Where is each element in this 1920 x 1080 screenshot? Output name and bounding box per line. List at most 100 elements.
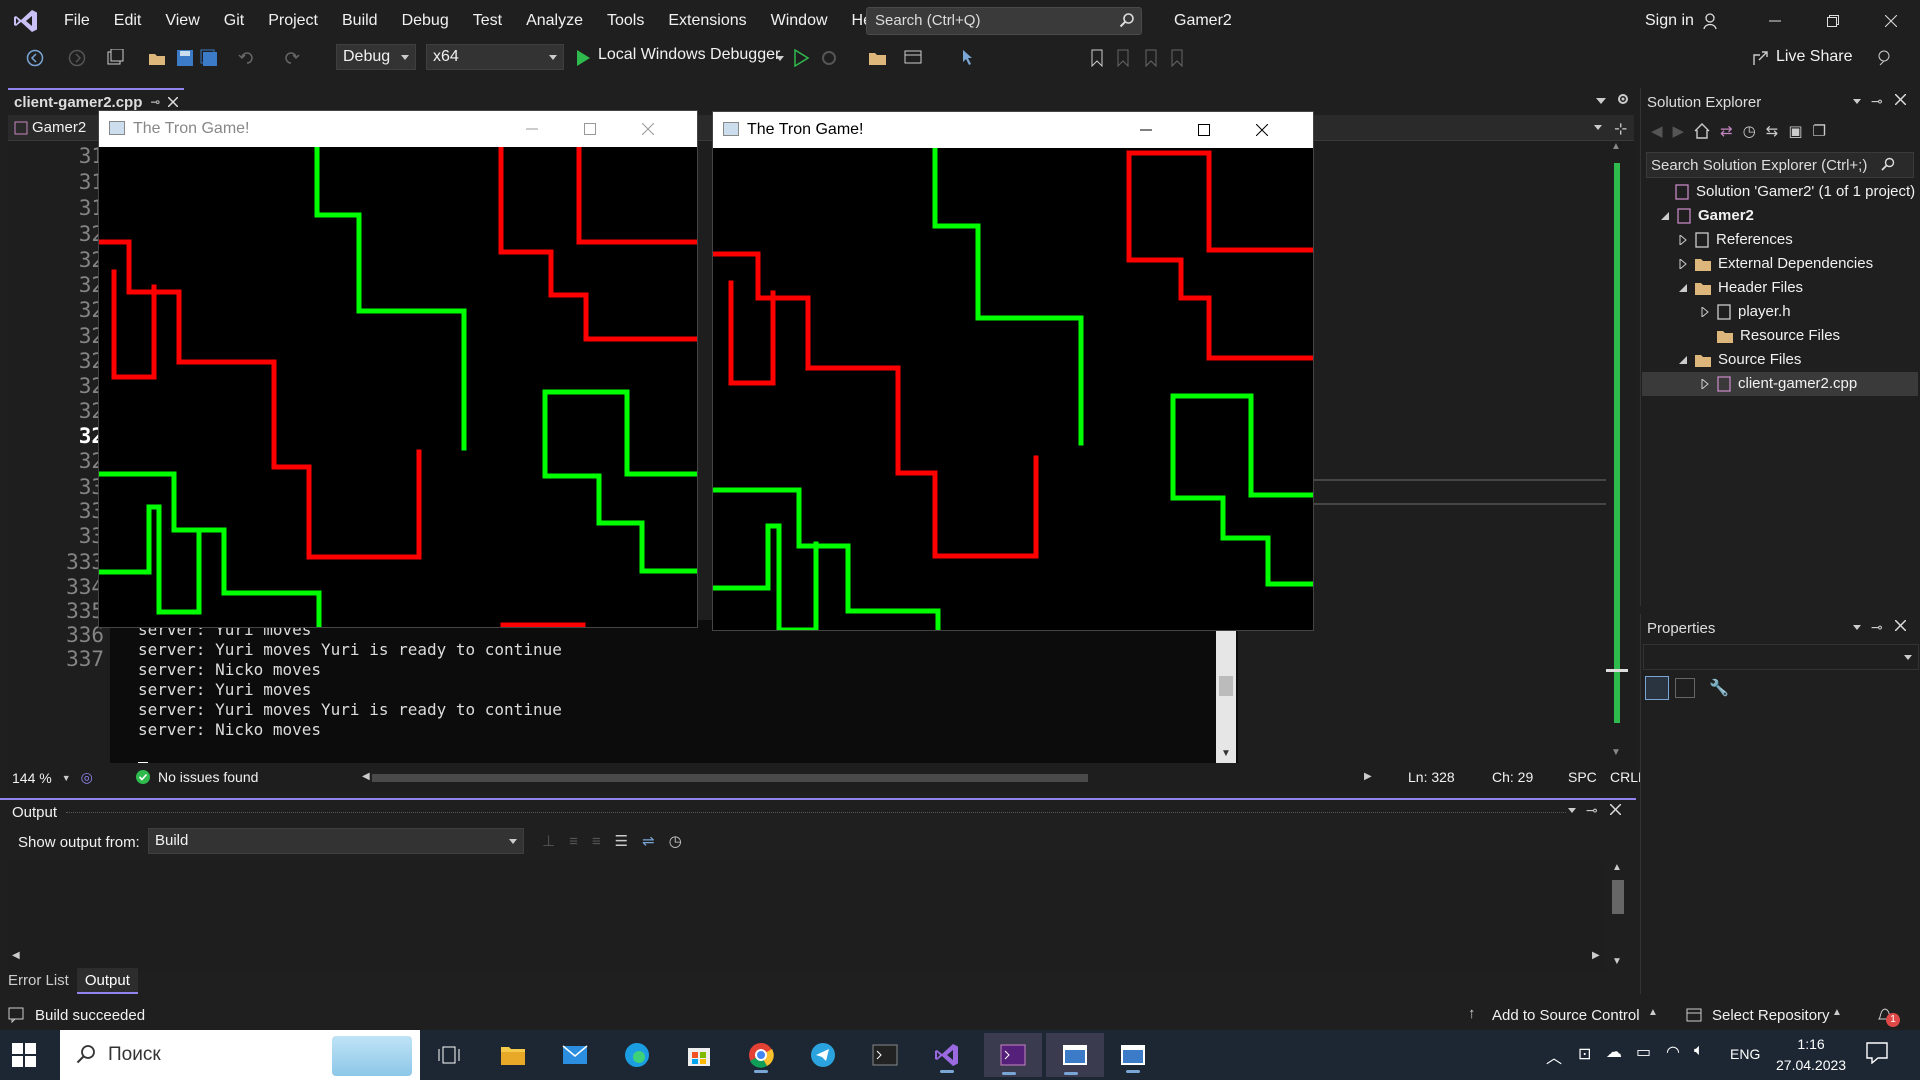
split-icon[interactable]: ⊹ <box>1614 119 1627 139</box>
back-icon[interactable]: ◀ <box>1651 122 1663 140</box>
windows-start-icon[interactable] <box>12 1043 36 1067</box>
collapsed-arrow-icon[interactable] <box>1700 306 1710 317</box>
bookmark-clear-icon[interactable] <box>1170 49 1184 67</box>
switch-views-icon[interactable]: ⇄ <box>1720 122 1733 140</box>
feedback-icon[interactable] <box>1876 49 1894 67</box>
edge-browser-icon[interactable] <box>612 1035 662 1075</box>
tron-window-2-titlebar[interactable]: The Tron Game! <box>713 112 1313 148</box>
bookmark-next-icon[interactable] <box>1144 49 1158 67</box>
object-selector[interactable] <box>1643 644 1919 670</box>
chevron-down-icon[interactable] <box>1853 625 1861 630</box>
start-debugging-icon[interactable] <box>574 49 592 67</box>
pin-icon[interactable]: ⊸ <box>1871 619 1883 636</box>
menu-debug[interactable]: Debug <box>390 0 461 42</box>
hot-reload-icon[interactable] <box>820 49 838 67</box>
menu-extensions[interactable]: Extensions <box>656 0 758 42</box>
layout-icon[interactable] <box>904 49 924 67</box>
copilot-icon[interactable]: ◎ <box>81 769 93 786</box>
chevron-up-icon[interactable]: ▲ <box>1832 1007 1842 1018</box>
telegram-icon[interactable] <box>798 1035 848 1075</box>
search-input[interactable]: Search (Ctrl+Q) <box>866 7 1142 35</box>
tree-item-solution-gamer2-1-of-1-project[interactable]: Solution 'Gamer2' (1 of 1 project) <box>1658 183 1915 200</box>
close-button[interactable] <box>1862 0 1920 42</box>
close-button[interactable] <box>1233 112 1291 148</box>
scroll-thumb[interactable] <box>1606 669 1628 672</box>
tron-window-2[interactable]: The Tron Game! <box>712 111 1314 631</box>
solution-folder-icon[interactable] <box>868 49 888 67</box>
output-source-select[interactable]: Build <box>148 828 524 854</box>
chevron-down-icon[interactable] <box>1853 99 1861 104</box>
chevron-down-icon[interactable]: ▼ <box>62 773 71 783</box>
menu-project[interactable]: Project <box>256 0 330 42</box>
clear-all-icon[interactable]: ☰ <box>615 832 628 850</box>
terminal-icon[interactable] <box>860 1035 910 1075</box>
console-scrollbar[interactable]: ▼ <box>1216 620 1236 765</box>
minimize-button[interactable] <box>503 111 561 147</box>
tron-game-app-icon-2[interactable] <box>1108 1035 1158 1075</box>
menu-test[interactable]: Test <box>461 0 514 42</box>
show-hidden-icons-icon[interactable]: ︿ <box>1546 1044 1562 1068</box>
live-share-icon[interactable] <box>1752 49 1770 67</box>
redo-icon[interactable] <box>282 49 300 67</box>
menu-view[interactable]: View <box>153 0 211 42</box>
bookmark-icon[interactable] <box>1090 49 1104 67</box>
next-message-icon[interactable]: ≡ <box>592 833 601 850</box>
home-icon[interactable] <box>1694 123 1710 139</box>
device-icon[interactable]: ⊡ <box>1578 1044 1591 1064</box>
menu-git[interactable]: Git <box>212 0 256 42</box>
save-icon[interactable] <box>176 49 194 67</box>
close-button[interactable] <box>619 111 677 147</box>
file-explorer-icon[interactable] <box>488 1035 538 1075</box>
prev-message-icon[interactable]: ≡ <box>569 833 578 850</box>
categorized-icon[interactable] <box>1645 676 1669 700</box>
tree-item-client-gamer2-cpp[interactable]: client-gamer2.cpp <box>1700 375 1857 392</box>
tab-list-icon[interactable] <box>1596 98 1606 104</box>
onedrive-icon[interactable]: ☁ <box>1606 1042 1622 1062</box>
sync-icon[interactable]: ⇆ <box>1766 122 1779 140</box>
forward-icon[interactable] <box>68 49 86 67</box>
line-indicator[interactable]: Ln: 328 <box>1408 769 1455 785</box>
restore-button[interactable] <box>1804 0 1862 42</box>
pin-icon[interactable]: ⊸ <box>1586 802 1598 819</box>
expanded-arrow-icon[interactable] <box>1660 211 1670 221</box>
output-scrollbar[interactable]: ▲ ▼ <box>1608 862 1628 972</box>
forward-icon[interactable]: ▶ <box>1673 122 1685 140</box>
close-tab-icon[interactable] <box>168 97 179 107</box>
pointer-icon[interactable] <box>960 49 980 67</box>
account-settings-icon[interactable] <box>1702 12 1720 30</box>
system-clock[interactable]: 1:16 27.04.2023 <box>1776 1034 1846 1076</box>
menu-tools[interactable]: Tools <box>595 0 656 42</box>
collapse-all-icon[interactable]: ▣ <box>1788 122 1802 140</box>
maximize-button[interactable] <box>561 111 619 147</box>
minimize-button[interactable] <box>1746 0 1804 42</box>
tree-item-resource-files[interactable]: Resource Files <box>1700 327 1840 344</box>
tron-window-1-titlebar[interactable]: The Tron Game! <box>99 111 697 147</box>
debugger-target[interactable]: Local Windows Debugger <box>598 46 780 64</box>
close-icon[interactable] <box>1610 804 1621 815</box>
collapsed-arrow-icon[interactable] <box>1678 258 1688 269</box>
back-icon[interactable] <box>26 49 44 67</box>
scroll-right-icon[interactable]: ▶ <box>1592 950 1600 961</box>
gear-icon[interactable] <box>1616 92 1630 106</box>
chevron-down-icon[interactable] <box>1594 125 1602 130</box>
console-scroll-thumb[interactable] <box>1219 676 1233 696</box>
zoom-level[interactable]: 144 % <box>12 770 52 786</box>
menu-window[interactable]: Window <box>759 0 840 42</box>
issues-status[interactable]: No issues found <box>158 769 258 785</box>
tab-error-list[interactable]: Error List <box>0 968 77 994</box>
save-all-icon[interactable] <box>200 49 218 67</box>
menu-analyze[interactable]: Analyze <box>514 0 595 42</box>
console-app-icon[interactable] <box>984 1033 1042 1077</box>
input-language[interactable]: ENG <box>1730 1046 1760 1062</box>
wifi-icon[interactable]: ◠ <box>1666 1042 1680 1062</box>
timestamp-icon[interactable]: ◷ <box>669 832 682 850</box>
live-share-button[interactable]: Live Share <box>1776 48 1853 66</box>
find-message-icon[interactable]: ⊥ <box>542 832 555 850</box>
tree-item-gamer2[interactable]: Gamer2 <box>1660 207 1754 224</box>
show-all-files-icon[interactable]: ❐ <box>1813 122 1826 140</box>
close-icon[interactable] <box>1895 94 1906 105</box>
open-file-icon[interactable] <box>148 49 166 67</box>
bookmark-prev-icon[interactable] <box>1116 49 1130 67</box>
menu-file[interactable]: File <box>52 0 102 42</box>
console-window[interactable]: server: Yuri moves server: Yuri moves Yur… <box>110 620 1238 765</box>
